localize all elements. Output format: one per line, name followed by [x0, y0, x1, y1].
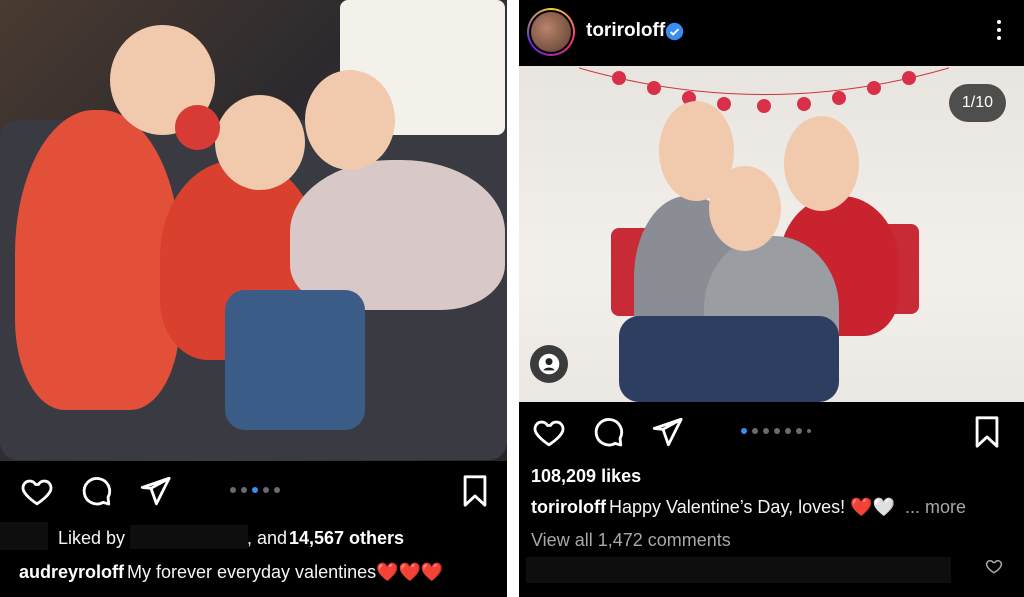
baby-head — [709, 166, 781, 251]
more-icon[interactable] — [996, 20, 1002, 44]
post-photo-left[interactable] — [0, 0, 507, 461]
carousel-dot — [774, 428, 780, 434]
view-comments-link[interactable]: View all 1,472 comments — [531, 530, 731, 551]
user-tag-icon[interactable] — [530, 345, 568, 383]
action-bar-left — [0, 466, 507, 516]
comment-like-icon[interactable] — [985, 557, 1003, 575]
heart-icon[interactable] — [532, 415, 566, 449]
carousel-dot-active — [252, 487, 258, 493]
comment-icon[interactable] — [79, 474, 113, 508]
redacted-comment — [526, 557, 951, 583]
bookmark-icon[interactable] — [458, 474, 492, 508]
carousel-dots-left — [230, 486, 280, 494]
boy-figure — [290, 160, 505, 310]
heart-garland — [579, 67, 949, 113]
post-photo-right[interactable]: 1/10 — [519, 66, 1024, 402]
more-link[interactable]: ... more — [905, 497, 966, 518]
caption-username[interactable]: toriroloff — [531, 497, 606, 518]
comment-icon[interactable] — [591, 415, 625, 449]
carousel-dot — [241, 487, 247, 493]
girl-head — [784, 116, 859, 211]
header-username[interactable]: toriroloff — [586, 20, 665, 42]
carousel-dot-active — [741, 428, 747, 434]
carousel-dots-right — [741, 427, 811, 435]
caption-username[interactable]: audreyroloff — [19, 562, 124, 583]
carousel-dot — [807, 429, 811, 433]
share-icon[interactable] — [138, 474, 172, 508]
liked-by-label: Liked by — [58, 528, 126, 548]
jeans-shape — [619, 316, 839, 402]
girl-figure — [15, 110, 180, 410]
action-bar-right — [519, 407, 1024, 457]
story-avatar[interactable] — [527, 8, 575, 56]
liked-by-and: , and — [247, 528, 288, 548]
heart-icon[interactable] — [20, 474, 54, 508]
boy-head — [305, 70, 395, 170]
carousel-counter: 1/10 — [948, 84, 1006, 122]
share-icon[interactable] — [650, 415, 684, 449]
carousel-dot — [785, 428, 791, 434]
bookmark-icon[interactable] — [970, 415, 1004, 449]
rose-shape — [175, 105, 220, 150]
verified-icon — [665, 22, 684, 41]
redacted-username — [130, 525, 248, 549]
carousel-dot — [230, 487, 236, 493]
baby-head — [215, 95, 305, 190]
carousel-dot — [263, 487, 269, 493]
likes-count[interactable]: 108,209 likes — [531, 466, 641, 487]
jeans-shape — [225, 290, 365, 430]
caption-text: My forever everyday valentines❤️❤️❤️ — [127, 562, 444, 582]
redacted-avatar — [0, 522, 48, 550]
carousel-dot — [752, 428, 758, 434]
caption-text: Happy Valentine’s Day, loves! ❤️🤍 — [609, 497, 895, 517]
post-left: Liked by , and 14,567 others audreyrolof… — [0, 0, 507, 597]
carousel-dot — [796, 428, 802, 434]
post-right: toriroloff 1/10 108,209 likes toriroloff… — [519, 0, 1024, 597]
others-count-link[interactable]: 14,567 others — [289, 528, 404, 549]
carousel-dot — [763, 428, 769, 434]
avatar-image — [531, 12, 571, 52]
post-header: toriroloff — [519, 0, 1024, 66]
carousel-dot — [274, 487, 280, 493]
